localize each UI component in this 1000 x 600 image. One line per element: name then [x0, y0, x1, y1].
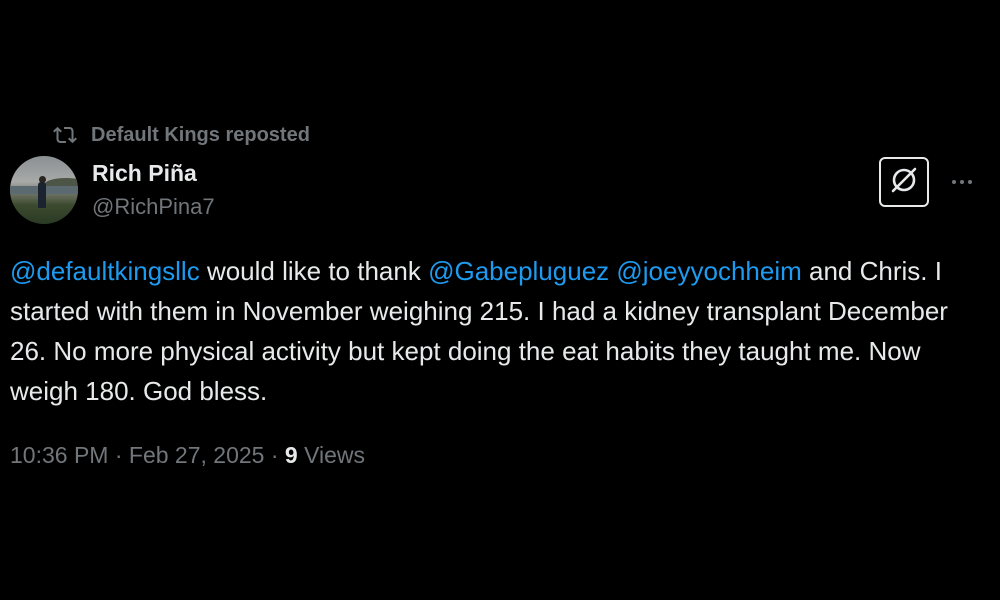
meta-separator: ·: [270, 442, 279, 468]
mention-link[interactable]: @Gabepluguez: [428, 256, 609, 286]
avatar-person: [38, 182, 46, 208]
tweet-text-segment: would like to thank: [199, 256, 429, 286]
repost-icon: [53, 123, 77, 147]
author-name[interactable]: Rich Piña: [92, 160, 197, 187]
tweet-text: @defaultkingsllc would like to thank @Ga…: [10, 251, 990, 411]
views-count[interactable]: 9: [285, 442, 298, 468]
mention-link[interactable]: @joeyyochheim: [616, 256, 801, 286]
more-options-icon-dot: [960, 180, 964, 184]
tweet-time[interactable]: 10:36 PM: [10, 442, 108, 468]
views-label: Views: [304, 442, 366, 468]
grok-icon: [888, 164, 920, 201]
mention-link[interactable]: @defaultkingsllc: [10, 256, 200, 286]
meta-separator: ·: [114, 442, 123, 468]
more-options-icon-dot: [968, 180, 972, 184]
repost-label: Default Kings reposted: [91, 123, 310, 146]
tweet-date[interactable]: Feb 27, 2025: [129, 442, 265, 468]
avatar[interactable]: [10, 156, 78, 224]
tweet-meta: 10:36 PM · Feb 27, 2025 · 9 Views: [10, 442, 365, 469]
more-options-icon: [952, 180, 956, 184]
author-handle[interactable]: @RichPina7: [92, 194, 215, 220]
social-context[interactable]: Default Kings reposted: [53, 122, 310, 148]
more-options-button[interactable]: [946, 168, 978, 196]
grok-button[interactable]: [879, 157, 929, 207]
